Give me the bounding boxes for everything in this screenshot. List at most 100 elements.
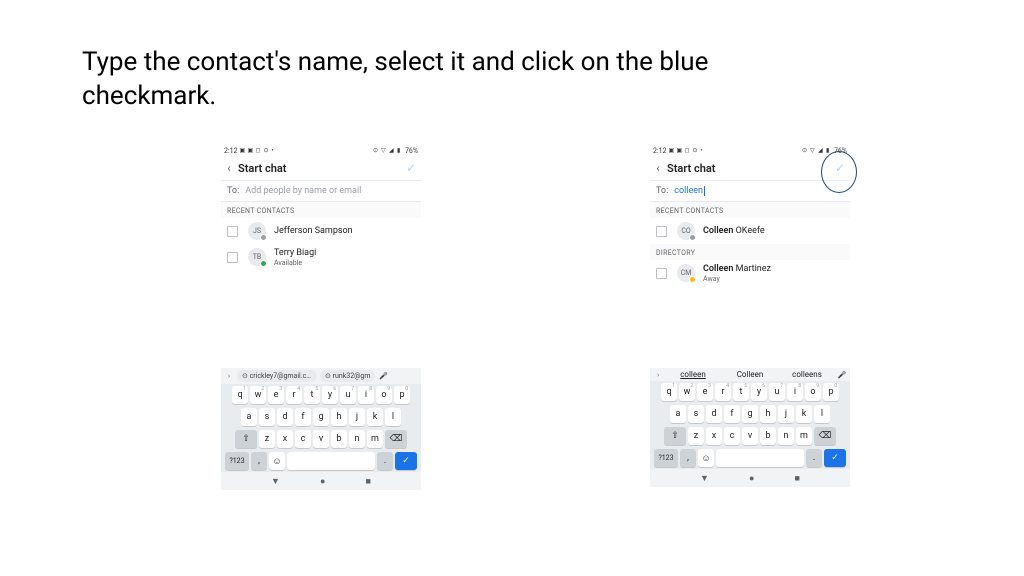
key-f[interactable]: f (724, 405, 740, 423)
nav-home-icon[interactable]: ● (749, 473, 754, 484)
key-u[interactable]: u7 (769, 383, 785, 401)
key-j[interactable]: j (778, 405, 794, 423)
space-key[interactable] (287, 452, 375, 470)
comma-key[interactable]: , (680, 449, 696, 467)
key-n[interactable]: n (778, 427, 794, 445)
key-e[interactable]: e3 (697, 383, 713, 401)
key-c[interactable]: c (295, 430, 311, 448)
key-q[interactable]: q1 (661, 383, 677, 401)
checkbox[interactable] (227, 226, 238, 237)
suggestion[interactable]: Colleen (723, 370, 777, 379)
checkbox[interactable] (227, 252, 238, 263)
contact-row[interactable]: JS Jefferson Sampson (221, 218, 421, 244)
suggestion[interactable]: colleens (780, 370, 834, 379)
period-key[interactable]: . (806, 449, 822, 467)
key-w[interactable]: w2 (250, 386, 266, 404)
key-o[interactable]: o9 (805, 383, 821, 401)
key-d[interactable]: d (706, 405, 722, 423)
key-a[interactable]: a (670, 405, 686, 423)
expand-icon[interactable]: › (653, 371, 663, 379)
key-w[interactable]: w2 (679, 383, 695, 401)
suggestion-chip[interactable]: ⊙ runk32@gm (320, 370, 375, 382)
key-d[interactable]: d (277, 408, 293, 426)
key-a[interactable]: a (241, 408, 257, 426)
key-y[interactable]: y6 (751, 383, 767, 401)
suggestion[interactable]: colleen (666, 370, 720, 379)
recipient-input[interactable]: colleen (674, 186, 844, 196)
key-f[interactable]: f (295, 408, 311, 426)
checkbox[interactable] (656, 226, 667, 237)
expand-icon[interactable]: › (224, 372, 234, 380)
nav-recent-icon[interactable]: ▼ (271, 476, 280, 487)
contact-status: Away (703, 275, 771, 283)
numeric-key[interactable]: ?123 (225, 452, 249, 470)
key-o[interactable]: o9 (376, 386, 392, 404)
key-v[interactable]: v (313, 430, 329, 448)
backspace-key[interactable]: ⌫ (385, 430, 407, 448)
key-s[interactable]: s (688, 405, 704, 423)
key-t[interactable]: t5 (733, 383, 749, 401)
key-s[interactable]: s (259, 408, 275, 426)
key-l[interactable]: l (814, 405, 830, 423)
comma-key[interactable]: , (251, 452, 267, 470)
nav-back-icon[interactable]: ■ (366, 476, 371, 487)
numeric-key[interactable]: ?123 (654, 449, 678, 467)
key-z[interactable]: z (259, 430, 275, 448)
back-icon[interactable]: ‹ (652, 161, 664, 175)
nav-back-icon[interactable]: ■ (795, 473, 800, 484)
key-p[interactable]: p0 (823, 383, 839, 401)
key-g[interactable]: g (313, 408, 329, 426)
mic-icon[interactable]: 🎤 (378, 372, 388, 380)
key-g[interactable]: g (742, 405, 758, 423)
key-h[interactable]: h (760, 405, 776, 423)
confirm-check-icon[interactable]: ✓ (403, 161, 419, 175)
key-b[interactable]: b (331, 430, 347, 448)
recipient-input[interactable]: Add people by name or email (245, 186, 415, 196)
key-e[interactable]: e3 (268, 386, 284, 404)
shift-key[interactable]: ⇧ (235, 430, 257, 448)
back-icon[interactable]: ‹ (223, 161, 235, 175)
key-x[interactable]: x (277, 430, 293, 448)
key-p[interactable]: p0 (394, 386, 410, 404)
contact-name: Colleen OKeefe (703, 226, 765, 237)
nav-home-icon[interactable]: ● (320, 476, 325, 487)
key-n[interactable]: n (349, 430, 365, 448)
key-k[interactable]: k (367, 408, 383, 426)
contact-row[interactable]: TB Terry Biagi Available (221, 244, 421, 271)
key-l[interactable]: l (385, 408, 401, 426)
key-r[interactable]: r4 (715, 383, 731, 401)
emoji-key[interactable]: ☺ (269, 452, 285, 470)
key-j[interactable]: j (349, 408, 365, 426)
key-q[interactable]: q1 (232, 386, 248, 404)
period-key[interactable]: . (377, 452, 393, 470)
contact-row[interactable]: CO Colleen OKeefe (650, 218, 850, 244)
key-v[interactable]: v (742, 427, 758, 445)
backspace-key[interactable]: ⌫ (814, 427, 836, 445)
key-i[interactable]: i8 (358, 386, 374, 404)
enter-key[interactable]: ✓ (824, 449, 846, 467)
key-u[interactable]: u7 (340, 386, 356, 404)
key-r[interactable]: r4 (286, 386, 302, 404)
screen-title: Start chat (667, 162, 832, 175)
key-h[interactable]: h (331, 408, 347, 426)
key-i[interactable]: i8 (787, 383, 803, 401)
suggestion-chip[interactable]: ⊙ crickley7@gmail.com (237, 370, 317, 382)
phone-screenshot-left: 2:12▣▣◻⊙• ⊙▽◢▮76% ‹ Start chat ✓ To: Add… (221, 146, 421, 271)
key-t[interactable]: t5 (304, 386, 320, 404)
space-key[interactable] (716, 449, 804, 467)
key-z[interactable]: z (688, 427, 704, 445)
nav-recent-icon[interactable]: ▼ (700, 473, 709, 484)
contact-row[interactable]: CM Colleen Martinez Away (650, 260, 850, 287)
key-y[interactable]: y6 (322, 386, 338, 404)
key-m[interactable]: m (367, 430, 383, 448)
key-c[interactable]: c (724, 427, 740, 445)
key-k[interactable]: k (796, 405, 812, 423)
key-m[interactable]: m (796, 427, 812, 445)
mic-icon[interactable]: 🎤 (837, 371, 847, 379)
key-x[interactable]: x (706, 427, 722, 445)
emoji-key[interactable]: ☺ (698, 449, 714, 467)
shift-key[interactable]: ⇧ (664, 427, 686, 445)
checkbox[interactable] (656, 268, 667, 279)
key-b[interactable]: b (760, 427, 776, 445)
enter-key[interactable]: ✓ (395, 452, 417, 470)
